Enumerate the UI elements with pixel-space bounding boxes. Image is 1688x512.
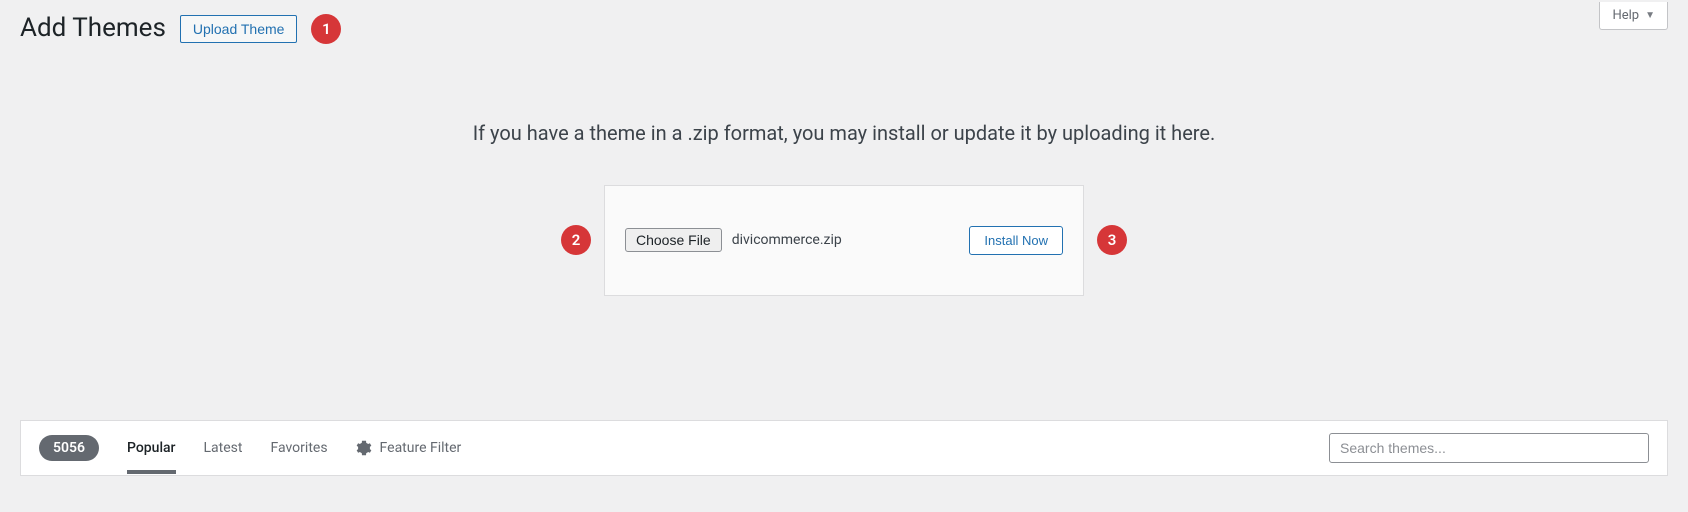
- file-input-group: Choose File divicommerce.zip: [625, 228, 842, 252]
- feature-filter-label: Feature Filter: [380, 440, 462, 456]
- upload-description: If you have a theme in a .zip format, yo…: [0, 121, 1688, 145]
- install-now-button[interactable]: Install Now: [969, 226, 1063, 255]
- tab-favorites[interactable]: Favorites: [270, 436, 327, 460]
- tab-latest[interactable]: Latest: [204, 436, 243, 460]
- annotation-badge-1: 1: [311, 14, 341, 44]
- page-title: Add Themes: [20, 12, 166, 46]
- help-tab[interactable]: Help ▼: [1599, 2, 1668, 30]
- search-themes-input[interactable]: [1329, 433, 1649, 463]
- theme-count-pill: 5056: [39, 435, 99, 461]
- selected-file-name: divicommerce.zip: [732, 232, 842, 248]
- page-header: Add Themes Upload Theme 1: [0, 0, 1688, 46]
- tab-feature-filter[interactable]: Feature Filter: [356, 440, 462, 456]
- tab-popular[interactable]: Popular: [127, 436, 176, 460]
- annotation-badge-3: 3: [1097, 225, 1127, 255]
- theme-filter-bar: 5056 Popular Latest Favorites Feature Fi…: [20, 420, 1668, 476]
- upload-form: 2 Choose File divicommerce.zip Install N…: [604, 185, 1084, 296]
- annotation-badge-2: 2: [561, 225, 591, 255]
- chevron-down-icon: ▼: [1645, 10, 1655, 21]
- help-label: Help: [1612, 8, 1639, 23]
- upload-theme-button[interactable]: Upload Theme: [180, 15, 298, 43]
- gear-icon: [356, 440, 372, 456]
- choose-file-button[interactable]: Choose File: [625, 228, 722, 252]
